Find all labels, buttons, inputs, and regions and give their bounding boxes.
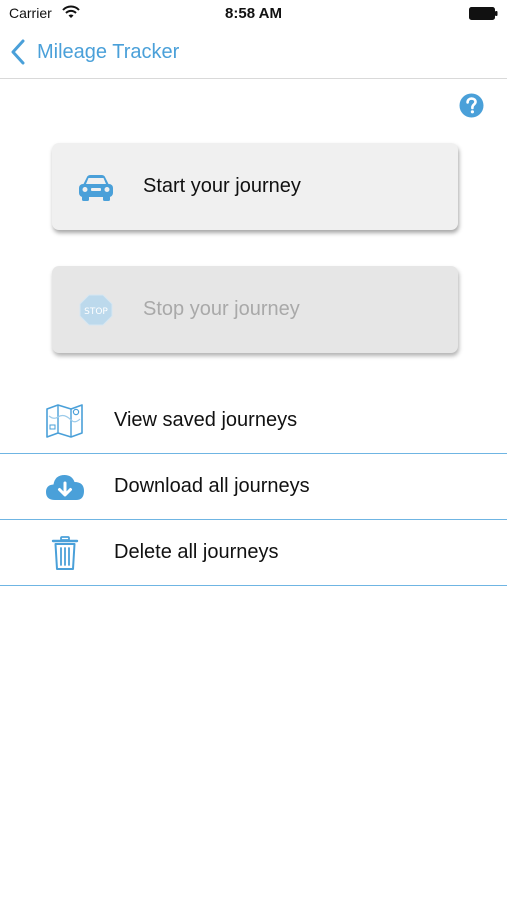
battery-icon — [469, 7, 498, 20]
back-button-label: Mileage Tracker — [37, 40, 180, 63]
navigation-bar: Mileage Tracker — [0, 28, 507, 79]
download-all-journeys-label: Download all journeys — [114, 475, 310, 497]
delete-all-journeys-label: Delete all journeys — [114, 541, 279, 563]
start-journey-button[interactable]: Start your journey — [52, 143, 458, 230]
cloud-download-icon — [46, 474, 84, 500]
car-icon — [79, 174, 113, 201]
trash-icon — [51, 535, 79, 570]
stop-journey-button[interactable]: STOP Stop your journey — [52, 266, 458, 353]
status-bar: Carrier 8:58 AM — [0, 0, 507, 28]
status-time: 8:58 AM — [225, 5, 282, 22]
view-saved-journeys-item[interactable]: View saved journeys — [0, 387, 507, 453]
delete-all-journeys-item[interactable]: Delete all journeys — [0, 520, 507, 586]
view-saved-journeys-label: View saved journeys — [114, 408, 298, 431]
back-button[interactable]: Mileage Tracker — [10, 36, 179, 68]
start-journey-label: Start your journey — [143, 175, 301, 197]
chevron-left-icon — [11, 39, 25, 65]
download-all-journeys-item[interactable]: Download all journeys — [0, 454, 507, 520]
stop-sign-text: STOP — [84, 307, 108, 317]
stop-sign-icon: STOP — [79, 294, 113, 325]
help-icon[interactable] — [459, 93, 484, 118]
map-icon — [46, 404, 83, 438]
stop-journey-label: Stop your journey — [143, 298, 300, 320]
